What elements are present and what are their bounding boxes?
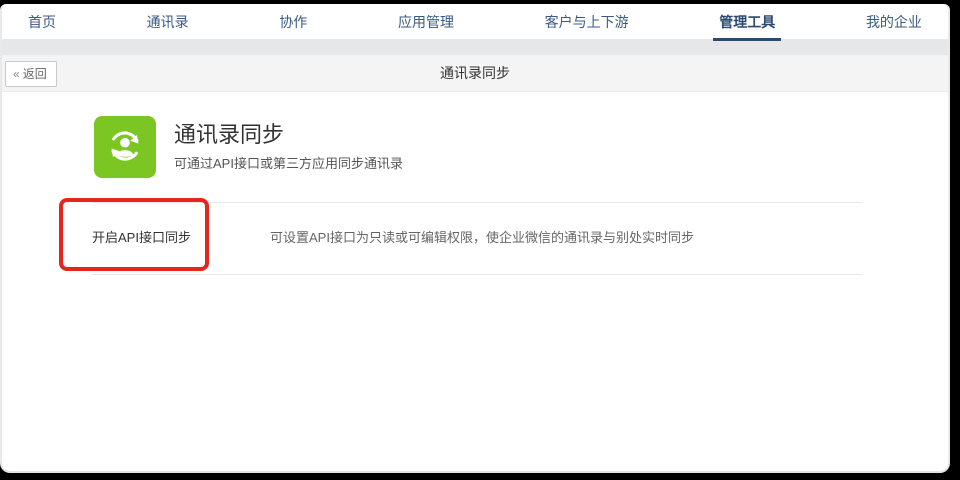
nav-item-home[interactable]: 首页 [28, 12, 56, 32]
page-toolbar: « 返回 通讯录同步 [2, 55, 948, 92]
nav-item-app-management[interactable]: 应用管理 [398, 12, 454, 32]
feature-title: 通讯录同步 [174, 122, 285, 147]
divider [92, 202, 862, 203]
app-window: 首页 通讯录 协作 应用管理 客户与上下游 管理工具 我的企业 « 返回 通讯录… [0, 4, 950, 473]
nav-item-my-enterprise[interactable]: 我的企业 [866, 12, 922, 32]
nav-item-customers[interactable]: 客户与上下游 [545, 12, 629, 32]
nav-item-management-tools[interactable]: 管理工具 [713, 12, 782, 41]
api-sync-setting-description: 可设置API接口为只读或可编辑权限，使企业微信的通讯录与别处实时同步 [270, 230, 694, 245]
feature-header: 通讯录同步 可通过API接口或第三方应用同步通讯录 [174, 120, 403, 173]
divider [92, 274, 862, 275]
api-sync-setting-label: 开启API接口同步 [92, 230, 191, 245]
page-title: 通讯录同步 [440, 65, 510, 81]
top-nav: 首页 通讯录 协作 应用管理 客户与上下游 管理工具 我的企业 [2, 4, 948, 41]
nav-item-collaboration[interactable]: 协作 [279, 12, 307, 32]
contact-sync-icon [94, 116, 156, 178]
feature-subtitle: 可通过API接口或第三方应用同步通讯录 [174, 156, 403, 171]
background-band [2, 40, 948, 55]
main-content: 通讯录同步 可通过API接口或第三方应用同步通讯录 开启API接口同步 可设置A… [2, 92, 948, 470]
nav-item-contacts[interactable]: 通讯录 [147, 12, 189, 32]
